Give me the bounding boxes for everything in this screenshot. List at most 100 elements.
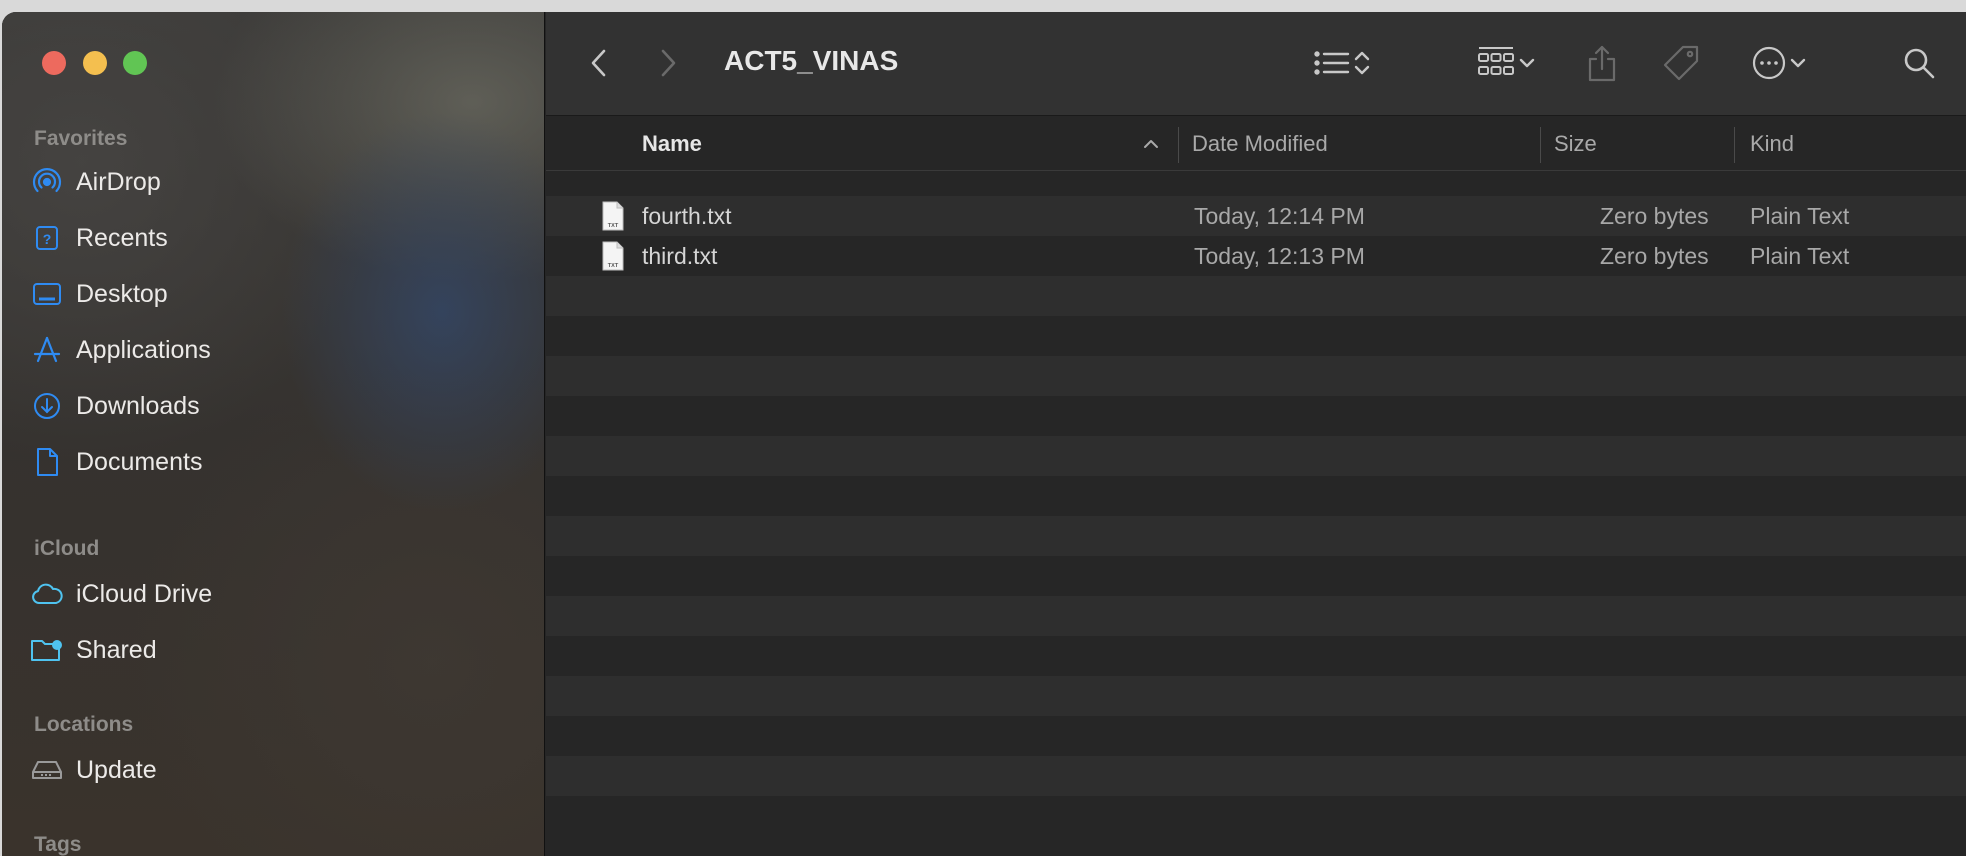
applications-icon	[30, 333, 64, 367]
column-name-label: Name	[642, 131, 702, 156]
text-file-icon: TXT	[602, 241, 624, 271]
svg-text:TXT: TXT	[608, 263, 619, 269]
zoom-window-button[interactable]	[123, 51, 147, 75]
sidebar-item-downloads[interactable]: Downloads	[30, 383, 530, 429]
sidebar: Favorites AirDrop ? Recents Desktop Appl…	[2, 12, 545, 856]
sidebar-item-documents[interactable]: Documents	[30, 439, 530, 485]
column-divider[interactable]	[1734, 127, 1735, 163]
share-button[interactable]	[1584, 42, 1620, 84]
file-size: Zero bytes	[1600, 242, 1709, 269]
grid-icon	[1478, 47, 1514, 75]
sidebar-item-applications[interactable]: Applications	[30, 327, 530, 373]
chevron-down-icon	[1519, 58, 1535, 68]
empty-row-stripe	[546, 756, 1966, 796]
file-name: fourth.txt	[642, 202, 732, 229]
empty-row-stripe	[546, 316, 1966, 356]
sidebar-item-label: Shared	[76, 635, 157, 664]
desktop-icon	[30, 277, 64, 311]
column-kind-label: Kind	[1750, 131, 1795, 156]
sidebar-item-label: Documents	[76, 447, 203, 476]
disk-icon	[30, 753, 64, 787]
column-size-header[interactable]: Size	[1554, 117, 1734, 171]
sidebar-item-recents[interactable]: ? Recents	[30, 215, 530, 261]
file-list: TXT fourth.txt Today, 12:14 PM Zero byte…	[546, 172, 1966, 856]
empty-row-stripe	[546, 636, 1966, 676]
column-name-header[interactable]: Name	[642, 117, 1062, 171]
tags-button[interactable]	[1660, 42, 1702, 84]
empty-row-stripe	[546, 596, 1966, 636]
empty-row-stripe	[546, 676, 1966, 716]
table-row[interactable]: TXT fourth.txt Today, 12:14 PM Zero byte…	[546, 196, 1966, 236]
more-icon	[1752, 46, 1786, 80]
recents-icon: ?	[30, 221, 64, 255]
svg-text:?: ?	[43, 231, 52, 247]
svg-text:TXT: TXT	[608, 223, 619, 229]
toolbar: ACT5_VINAS	[546, 12, 1966, 116]
sidebar-item-airdrop[interactable]: AirDrop	[30, 159, 530, 205]
empty-row-stripe	[546, 396, 1966, 436]
view-options-button[interactable]	[1304, 46, 1380, 80]
table-row[interactable]: TXT third.txt Today, 12:13 PM Zero bytes…	[546, 236, 1966, 276]
minimize-window-button[interactable]	[83, 51, 107, 75]
file-date-modified: Today, 12:14 PM	[1194, 202, 1365, 229]
column-header: Name Date Modified Size Kind	[546, 117, 1966, 171]
documents-icon	[30, 445, 64, 479]
sidebar-item-desktop[interactable]: Desktop	[30, 271, 530, 317]
empty-row-stripe	[546, 476, 1966, 516]
tag-icon	[1663, 45, 1699, 81]
sidebar-section-icloud: iCloud	[34, 537, 100, 560]
search-button[interactable]	[1900, 44, 1938, 82]
file-date-modified: Today, 12:13 PM	[1194, 242, 1365, 269]
sidebar-item-label: Recents	[76, 223, 168, 252]
empty-row-stripe	[546, 276, 1966, 316]
sidebar-section-tags: Tags	[34, 833, 82, 856]
back-button[interactable]	[584, 48, 614, 78]
file-kind: Plain Text	[1750, 242, 1850, 269]
empty-row-stripe	[546, 556, 1966, 596]
shared-folder-icon	[30, 633, 64, 667]
sidebar-item-label: Update	[76, 755, 157, 784]
sidebar-item-label: Downloads	[76, 391, 200, 420]
search-icon	[1904, 48, 1935, 79]
empty-row-stripe	[546, 516, 1966, 556]
column-date-modified-header[interactable]: Date Modified	[1192, 117, 1532, 171]
column-kind-header[interactable]: Kind	[1750, 117, 1950, 171]
column-size-label: Size	[1554, 131, 1597, 156]
close-window-button[interactable]	[42, 51, 66, 75]
chevron-updown-icon	[1354, 51, 1370, 75]
downloads-icon	[30, 389, 64, 423]
sidebar-item-label: Desktop	[76, 279, 168, 308]
file-size: Zero bytes	[1600, 202, 1709, 229]
finder-window: Favorites AirDrop ? Recents Desktop Appl…	[2, 12, 1966, 856]
action-menu-button[interactable]	[1744, 44, 1816, 82]
group-button[interactable]	[1470, 44, 1544, 82]
column-divider[interactable]	[1540, 127, 1541, 163]
empty-row-stripe	[546, 356, 1966, 396]
chevron-left-icon	[591, 49, 606, 77]
chevron-right-icon	[661, 49, 676, 77]
file-name: third.txt	[642, 242, 718, 269]
forward-button[interactable]	[653, 48, 683, 78]
sidebar-item-icloud-drive[interactable]: iCloud Drive	[30, 571, 530, 617]
sort-ascending-icon	[1144, 140, 1158, 148]
sidebar-item-label: Applications	[76, 335, 211, 364]
icloud-icon	[30, 577, 64, 611]
list-view-icon	[1314, 51, 1350, 75]
empty-row-stripe	[546, 796, 1966, 836]
sidebar-item-update[interactable]: Update	[30, 747, 530, 793]
file-kind: Plain Text	[1750, 202, 1850, 229]
column-date-label: Date Modified	[1192, 131, 1328, 156]
airdrop-icon	[30, 165, 64, 199]
chevron-down-icon	[1790, 58, 1806, 68]
sidebar-section-favorites: Favorites	[34, 127, 128, 150]
column-divider[interactable]	[1178, 127, 1179, 163]
sidebar-section-locations: Locations	[34, 713, 134, 736]
sidebar-item-label: iCloud Drive	[76, 579, 213, 608]
sidebar-item-shared[interactable]: Shared	[30, 627, 530, 673]
text-file-icon: TXT	[602, 201, 624, 231]
window-title: ACT5_VINAS	[724, 45, 899, 76]
sidebar-item-label: AirDrop	[76, 167, 161, 196]
share-icon	[1588, 45, 1616, 82]
empty-row-stripe	[546, 716, 1966, 756]
empty-row-stripe	[546, 436, 1966, 476]
